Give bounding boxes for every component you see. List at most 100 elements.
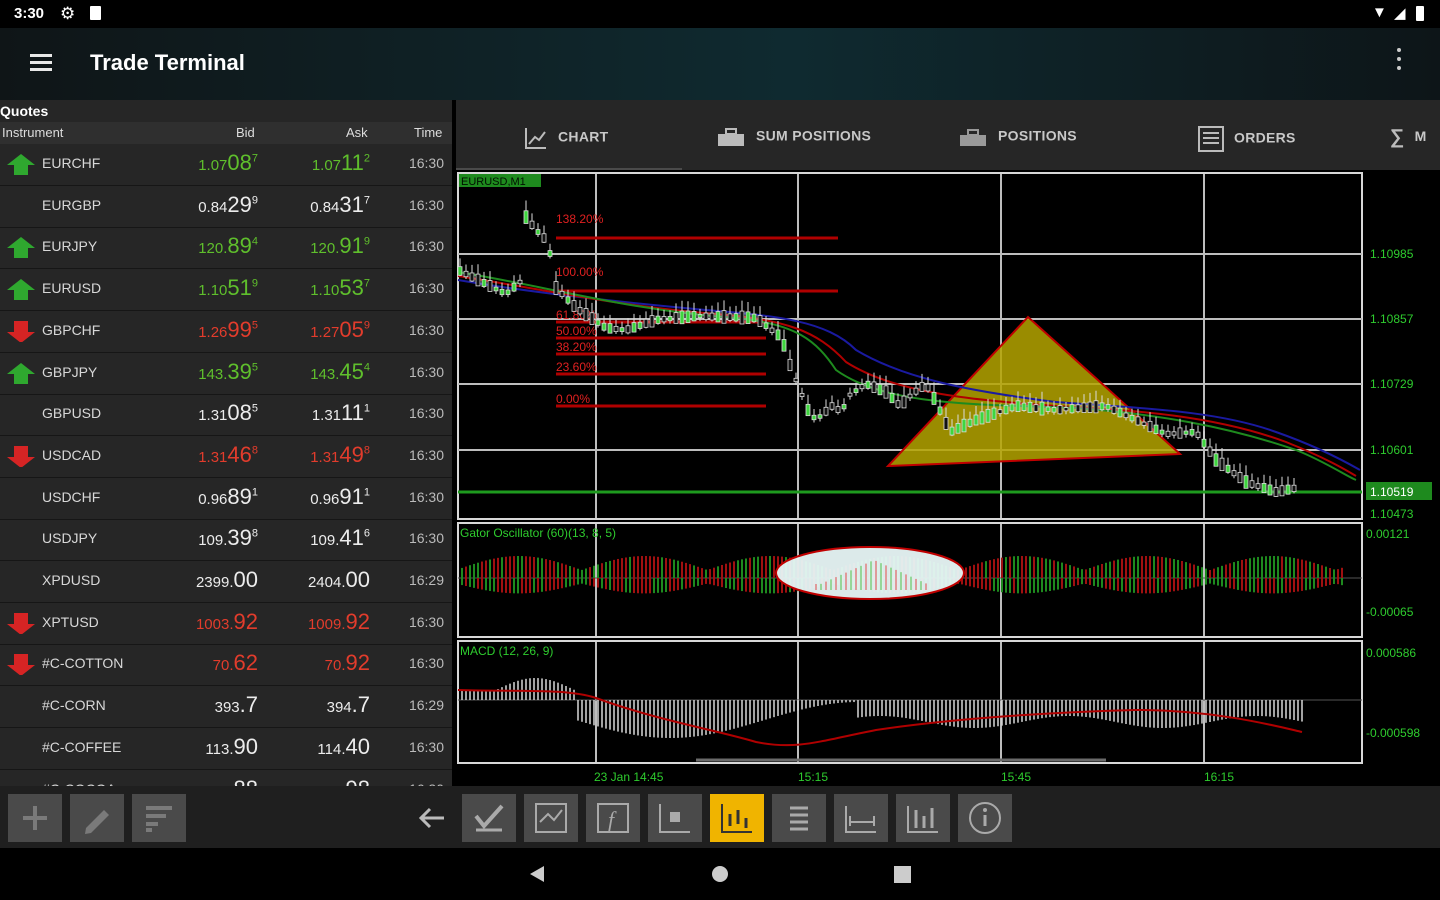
candle-body <box>1267 484 1273 496</box>
candle-body <box>1009 403 1015 412</box>
tab-orders[interactable]: ORDERS <box>1198 126 1296 152</box>
instrument-symbol: USDCHF <box>42 488 101 505</box>
ask-price[interactable]: 1.31498 <box>310 442 370 468</box>
candle-body <box>1039 401 1045 416</box>
info-button[interactable] <box>958 794 1012 842</box>
ask-price[interactable]: 2404.00 <box>308 567 370 593</box>
bid-price[interactable]: 393.7 <box>215 692 258 718</box>
candle-body <box>553 281 559 295</box>
col-instrument[interactable]: Instrument <box>2 125 63 140</box>
ask-price[interactable]: 143.454 <box>310 359 370 385</box>
ask-price[interactable]: 1009.92 <box>308 609 370 635</box>
recents-icon[interactable] <box>893 865 913 885</box>
bid-price[interactable]: 109.398 <box>198 525 258 551</box>
indicators-button[interactable] <box>524 794 578 842</box>
candle-body <box>817 414 823 419</box>
ask-price[interactable]: 0.96911 <box>310 484 370 510</box>
bid-price[interactable]: 2399.00 <box>196 567 258 593</box>
ask-price[interactable]: 0.84317 <box>310 192 370 218</box>
chart-type-button[interactable] <box>710 794 764 842</box>
bid-price[interactable]: 120.894 <box>198 233 258 259</box>
edit-button[interactable] <box>70 794 124 842</box>
home-icon[interactable] <box>710 864 730 884</box>
ellipse-object[interactable] <box>775 546 965 600</box>
ask-price[interactable]: 70.92 <box>325 650 370 676</box>
quote-row[interactable]: EURJPY 120.894 120.919 16:30 <box>0 227 452 270</box>
quote-row[interactable]: USDCAD 1.31468 1.31498 16:30 <box>0 436 452 478</box>
ask-price[interactable]: 109.416 <box>310 525 370 551</box>
chart-canvas[interactable]: 138.20%100.00%61.80%50.00%38.20%23.60%0.… <box>456 170 1440 786</box>
ask-price[interactable]: 1.27059 <box>310 317 370 343</box>
objects-button[interactable] <box>648 794 702 842</box>
one-click-trading-button[interactable] <box>462 794 516 842</box>
quote-row[interactable]: #C-COFFEE 113.90 114.40 16:30 <box>0 728 452 770</box>
bid-price[interactable]: 113.90 <box>205 734 258 760</box>
bid-price[interactable]: 1003.92 <box>196 609 258 635</box>
instrument-symbol: GBPUSD <box>42 405 102 422</box>
candle-body <box>733 313 739 322</box>
tab-chart[interactable]: CHART <box>524 126 609 150</box>
candle-body <box>1099 402 1105 411</box>
collapse-button[interactable] <box>412 800 452 836</box>
bid-price[interactable]: 1.10519 <box>198 275 258 301</box>
overflow-menu-icon[interactable] <box>1392 48 1406 75</box>
candle-body <box>955 423 961 434</box>
bid-price[interactable]: 0.84299 <box>198 192 258 218</box>
ask-price-pips: 41 <box>339 525 364 551</box>
candle-body <box>967 418 973 427</box>
price-tick-3: 1.10601 <box>1370 443 1414 457</box>
quote-row[interactable]: EURGBP 0.84299 0.84317 16:30 <box>0 186 452 228</box>
bid-price[interactable]: 1.07087 <box>198 150 258 176</box>
sort-button[interactable] <box>132 794 186 842</box>
add-button[interactable] <box>8 794 62 842</box>
ask-price[interactable]: 1.07112 <box>312 150 370 176</box>
ask-price[interactable]: 120.919 <box>310 233 370 259</box>
back-icon[interactable] <box>528 864 548 884</box>
col-bid[interactable]: Bid <box>236 125 255 140</box>
quote-row[interactable]: #C-CORN 393.7 394.7 16:29 <box>0 686 452 729</box>
quote-row[interactable]: EURUSD 1.10519 1.10537 16:30 <box>0 269 452 312</box>
candle-body <box>757 315 763 327</box>
candle-body <box>1237 472 1243 484</box>
tab-more[interactable]: ∑ M <box>1390 126 1427 149</box>
quote-row[interactable]: XPTUSD 1003.92 1009.92 16:30 <box>0 603 452 645</box>
col-ask[interactable]: Ask <box>346 125 368 140</box>
bid-price[interactable]: 1.31468 <box>198 442 258 468</box>
col-time[interactable]: Time <box>414 125 442 140</box>
candle-body <box>637 321 643 329</box>
bid-price[interactable]: 143.395 <box>198 359 258 385</box>
quote-row[interactable]: XPDUSD 2399.00 2404.00 16:29 <box>0 561 452 603</box>
bid-price[interactable]: 70.62 <box>213 650 258 676</box>
bid-price[interactable]: 1.26995 <box>198 317 258 343</box>
quote-row[interactable]: GBPCHF 1.26995 1.27059 16:30 <box>0 311 452 353</box>
quote-row[interactable]: #C-COTTON 70.62 70.92 16:30 <box>0 644 452 687</box>
hamburger-menu-icon[interactable] <box>30 54 52 75</box>
macd-tick-0: 0.000586 <box>1366 646 1416 660</box>
quote-row[interactable]: USDCHF 0.96891 0.96911 16:30 <box>0 478 452 520</box>
instrument-symbol: GBPJPY <box>42 363 98 380</box>
quote-row[interactable]: GBPUSD 1.31085 1.31111 16:30 <box>0 394 452 437</box>
ask-price[interactable]: 394.7 <box>327 692 370 718</box>
bid-price[interactable]: 0.96891 <box>198 484 258 510</box>
candle-body <box>739 310 745 325</box>
ask-price-pips: 49 <box>339 441 364 467</box>
candle-body <box>679 310 685 325</box>
quote-row[interactable]: EURCHF 1.07087 1.07112 16:30 <box>0 144 452 186</box>
ask-price[interactable]: 1.10537 <box>310 275 370 301</box>
tab-sum-positions[interactable]: SUM POSITIONS <box>716 126 871 148</box>
list-button[interactable] <box>772 794 826 842</box>
ask-price[interactable]: 114.40 <box>317 734 370 760</box>
period-button[interactable] <box>834 794 888 842</box>
depth-button[interactable] <box>896 794 950 842</box>
function-button[interactable]: f <box>586 794 640 842</box>
candle-body <box>619 327 625 332</box>
chart-area[interactable]: 138.20% 100.00% 61.80% 50.00% 38.20% 23.60% 0.… <box>456 170 1440 786</box>
candle-body <box>1111 405 1117 414</box>
battery-icon <box>1416 6 1424 21</box>
bid-price[interactable]: 1.31085 <box>198 400 258 426</box>
quote-row[interactable]: GBPJPY 143.395 143.454 16:30 <box>0 353 452 395</box>
ask-price[interactable]: 1.31111 <box>312 400 370 426</box>
candle-body <box>655 315 661 324</box>
tab-positions[interactable]: POSITIONS <box>958 126 1077 148</box>
quote-row[interactable]: USDJPY 109.398 109.416 16:30 <box>0 519 452 562</box>
